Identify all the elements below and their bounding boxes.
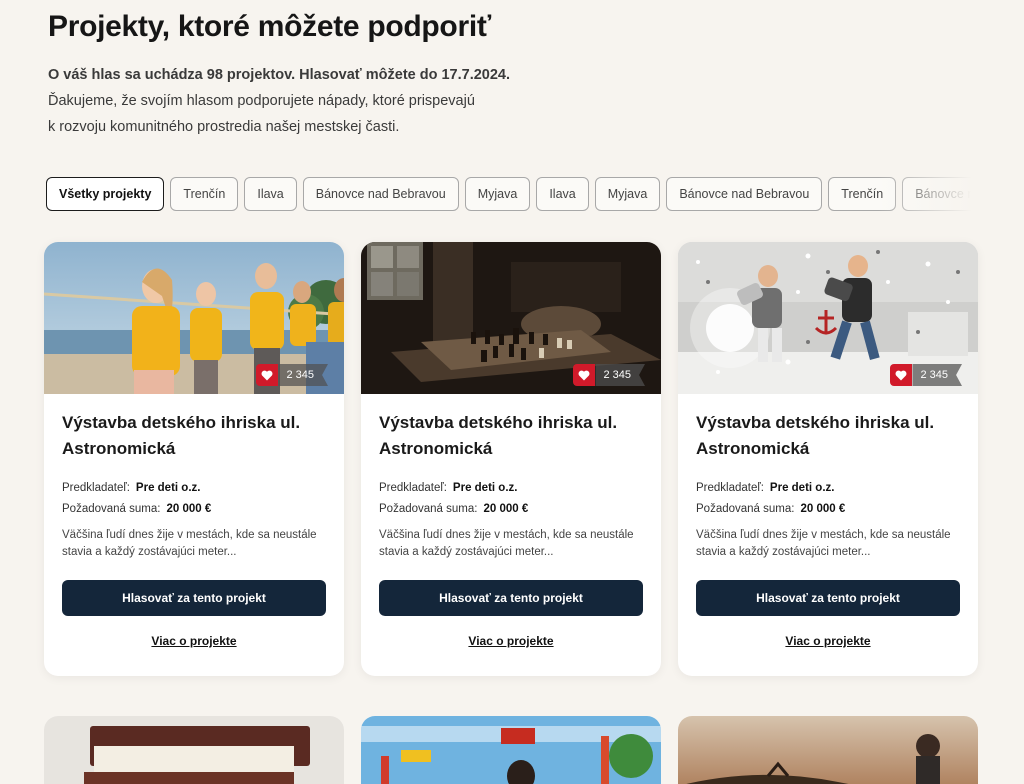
filter-chip[interactable]: Bánovce nad Bebravou: [666, 177, 823, 211]
heart-icon: [573, 364, 596, 386]
amount-row: Požadovaná suma: 20 000 €: [696, 503, 845, 515]
proposer-value: Pre deti o.z.: [452, 482, 518, 494]
amount-value: 20 000 €: [800, 503, 846, 515]
proposer-row: Predkladateľ: Pre deti o.z.: [379, 482, 517, 494]
filter-chip[interactable]: Trenčín: [170, 177, 239, 211]
likes-count: 2 345: [912, 364, 962, 386]
project-image-children[interactable]: 2 345: [44, 242, 344, 394]
filter-chip[interactable]: Ilava: [244, 177, 297, 211]
filter-chip[interactable]: Myjava: [594, 177, 661, 211]
intro-line-1: Ďakujeme, že svojím hlasom podporujete n…: [48, 93, 475, 109]
projects-page: Projekty, ktoré môžete podporiť O váš hl…: [0, 0, 1024, 784]
heart-icon: [890, 364, 913, 386]
project-description: Väčšina ľudí dnes žije v mestách, kde sa…: [379, 529, 634, 558]
more-link[interactable]: Viac o projekte: [44, 634, 344, 648]
intro-text: O váš hlas sa uchádza 98 projektov. Hlas…: [48, 62, 510, 140]
project-description: Väčšina ľudí dnes žije v mestách, kde sa…: [62, 529, 317, 558]
project-image-sunset[interactable]: [678, 716, 978, 784]
intro-line-2: k rozvoju komunitného prostredia našej m…: [48, 119, 400, 135]
proposer-label: Predkladateľ:: [62, 482, 130, 494]
likes-badge[interactable]: 2 345: [573, 364, 645, 386]
project-title: Výstavba detského ihriska ul. Astronomic…: [379, 413, 618, 458]
project-image-books[interactable]: [44, 716, 344, 784]
project-card: 2 345 Výstavba detského ihriska ul. Astr…: [44, 242, 344, 676]
proposer-value: Pre deti o.z.: [135, 482, 201, 494]
proposer-label: Predkladateľ:: [379, 482, 447, 494]
amount-row: Požadovaná suma: 20 000 €: [379, 503, 528, 515]
amount-value: 20 000 €: [166, 503, 212, 515]
project-card-partial: [44, 716, 344, 784]
filter-chip[interactable]: Myjava: [464, 177, 531, 211]
amount-label: Požadovaná suma:: [62, 503, 161, 515]
more-link[interactable]: Viac o projekte: [361, 634, 661, 648]
intro-lead: O váš hlas sa uchádza 98 projektov. Hlas…: [48, 67, 511, 83]
proposer-label: Predkladateľ:: [696, 482, 764, 494]
likes-count: 2 345: [595, 364, 645, 386]
project-card: 2 345 Výstavba detského ihriska ul. Astr…: [678, 242, 978, 676]
likes-badge[interactable]: 2 345: [890, 364, 962, 386]
proposer-row: Predkladateľ: Pre deti o.z.: [62, 482, 200, 494]
project-card: 2 345 Výstavba detského ihriska ul. Astr…: [361, 242, 661, 676]
vote-button[interactable]: Hlasovať za tento projekt: [62, 580, 326, 616]
amount-row: Požadovaná suma: 20 000 €: [62, 503, 211, 515]
filter-chip[interactable]: Bánovce nad Bebravou: [302, 177, 459, 211]
vote-button[interactable]: Hlasovať za tento projekt: [379, 580, 643, 616]
project-title: Výstavba detského ihriska ul. Astronomic…: [696, 413, 935, 458]
amount-label: Požadovaná suma:: [379, 503, 478, 515]
amount-label: Požadovaná suma:: [696, 503, 795, 515]
project-card-partial: [361, 716, 661, 784]
project-title: Výstavba detského ihriska ul. Astronomic…: [62, 413, 301, 458]
filter-chips: Všetky projekty Trenčín Ilava Bánovce nad B…: [46, 177, 988, 211]
proposer-row: Predkladateľ: Pre deti o.z.: [696, 482, 834, 494]
filter-chip-all[interactable]: Všetky projekty: [46, 177, 165, 211]
likes-badge[interactable]: 2 345: [256, 364, 328, 386]
more-link[interactable]: Viac o projekte: [678, 634, 978, 648]
likes-count: 2 345: [278, 364, 328, 386]
filter-chip[interactable]: Bánovce nad Bebravou: [902, 177, 988, 211]
vote-button[interactable]: Hlasovať za tento projekt: [696, 580, 960, 616]
project-image-pillow-fight[interactable]: 2 345: [678, 242, 978, 394]
project-description: Väčšina ľudí dnes žije v mestách, kde sa…: [696, 529, 951, 558]
proposer-value: Pre deti o.z.: [769, 482, 835, 494]
filter-chip[interactable]: Trenčín: [828, 177, 897, 211]
amount-value: 20 000 €: [483, 503, 529, 515]
filter-chip[interactable]: Ilava: [536, 177, 589, 211]
page-title: Projekty, ktoré môžete podporiť: [48, 10, 491, 43]
project-image-chess[interactable]: 2 345: [361, 242, 661, 394]
heart-icon: [256, 364, 279, 386]
project-image-playground[interactable]: [361, 716, 661, 784]
project-card-partial: [678, 716, 978, 784]
